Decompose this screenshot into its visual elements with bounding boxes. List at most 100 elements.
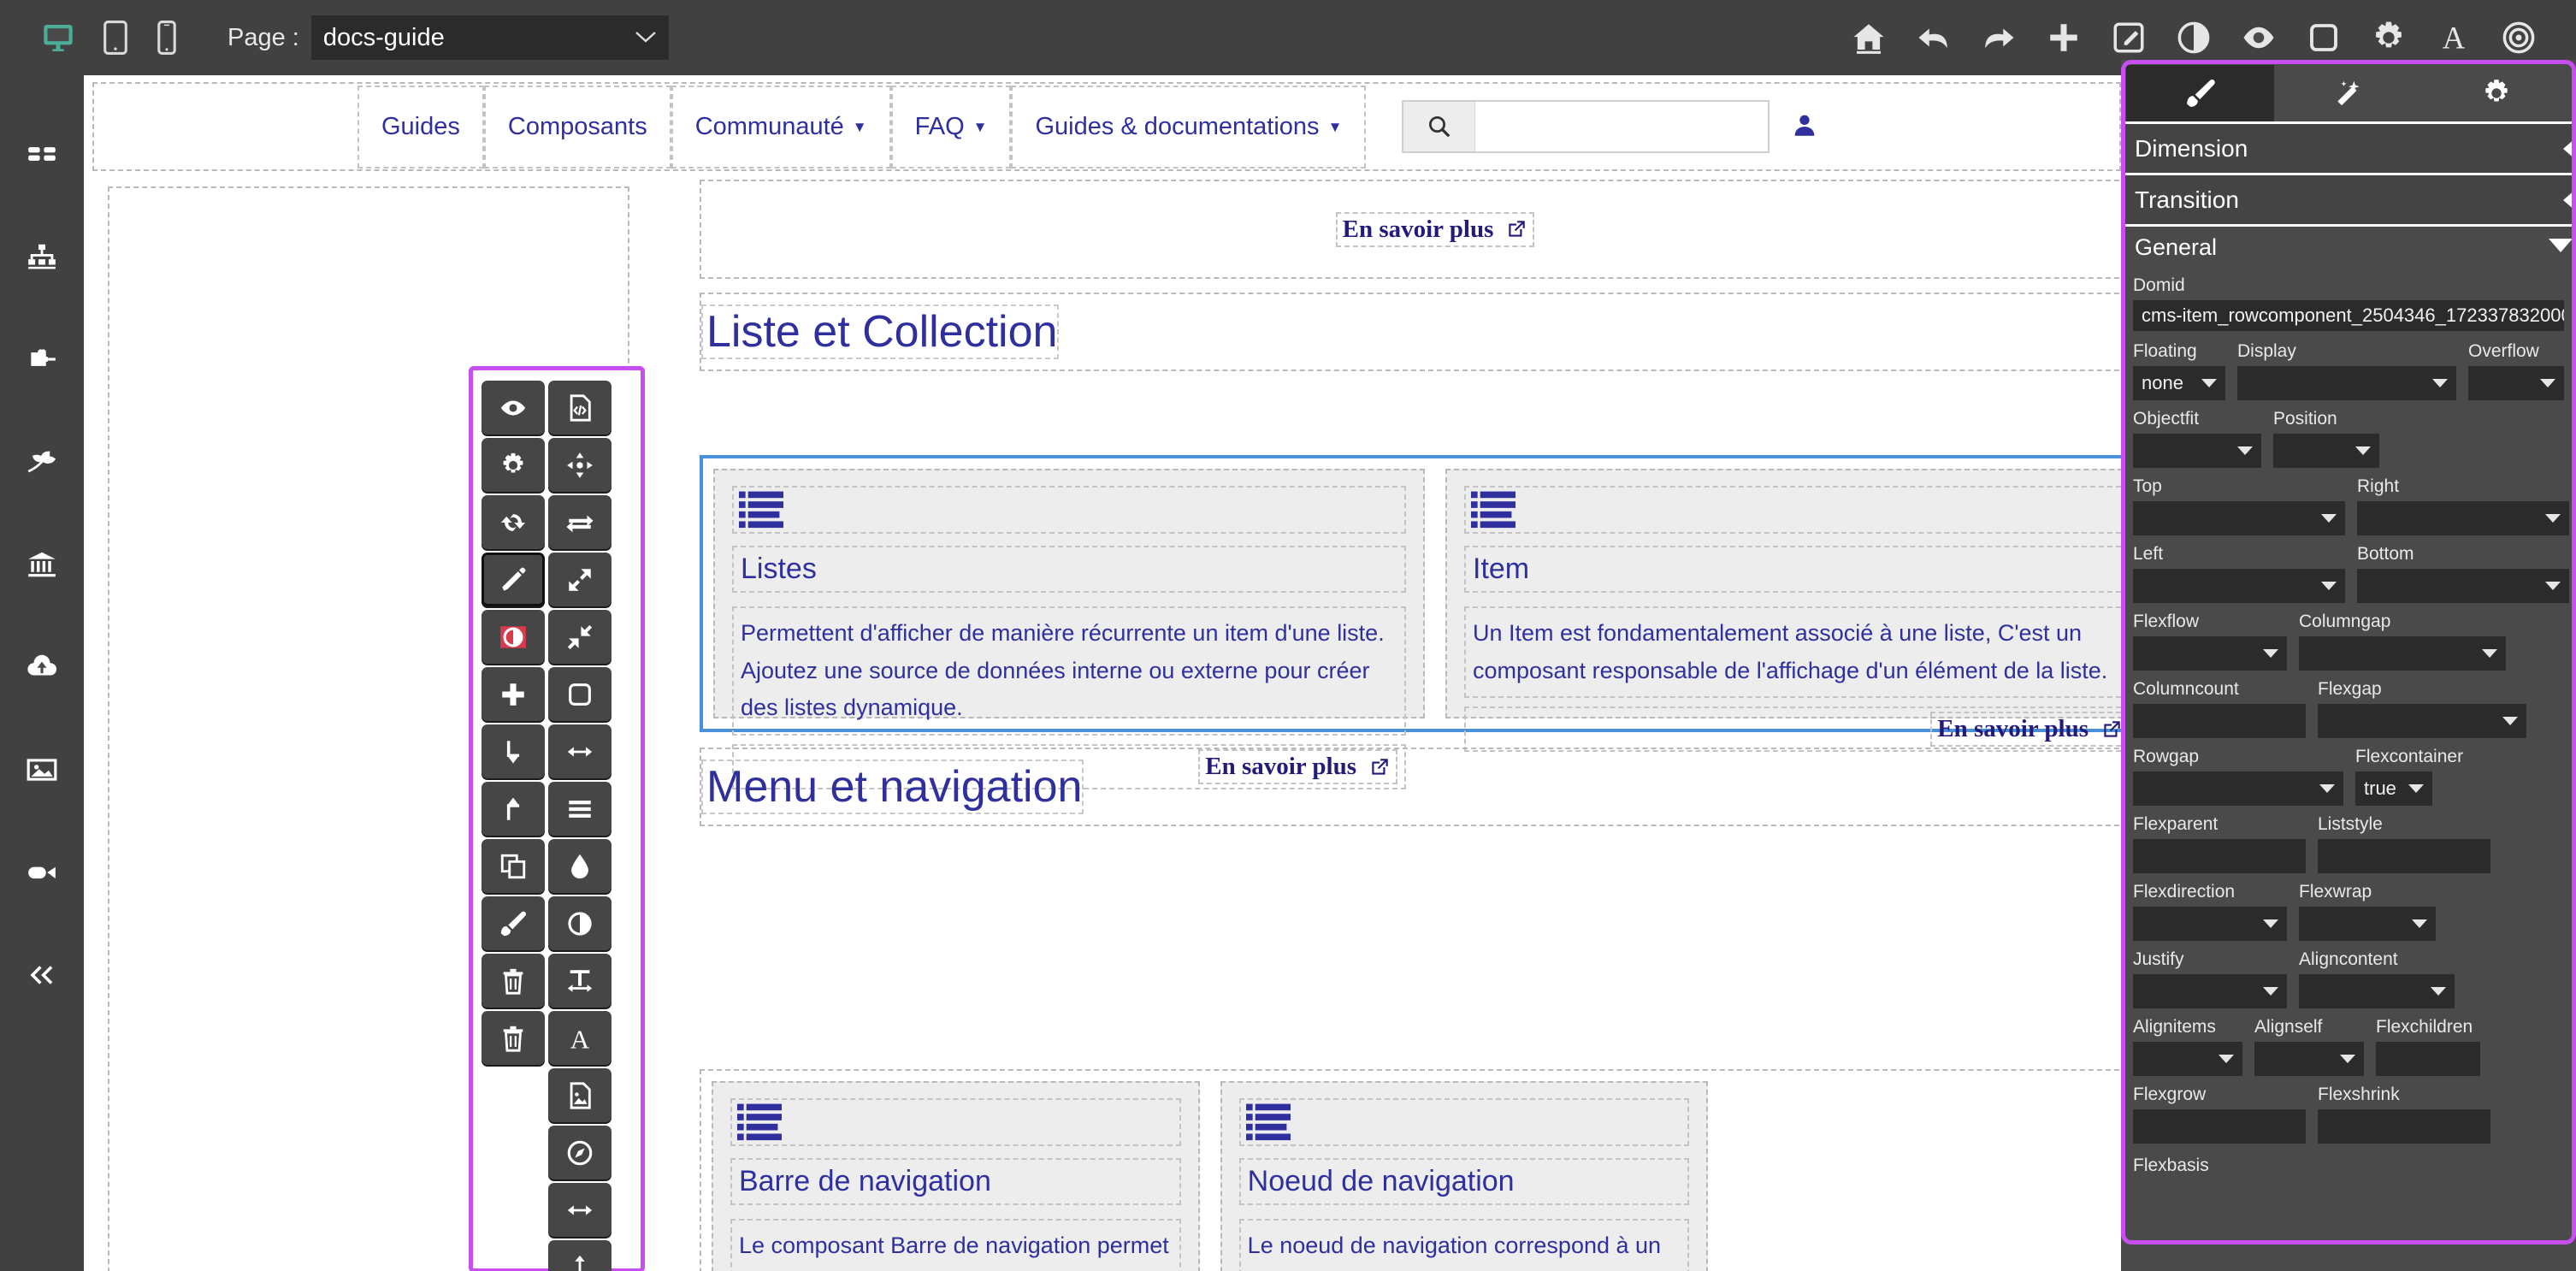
nav-item-faq[interactable]: FAQ ▼ — [890, 85, 1012, 168]
accordion-general[interactable]: General — [2121, 224, 2576, 269]
water-drop-icon[interactable] — [548, 839, 612, 893]
accordion-transition[interactable]: Transition — [2121, 173, 2576, 224]
flexdirection-select[interactable] — [2133, 907, 2287, 941]
rectangle-icon[interactable] — [2304, 18, 2343, 57]
alignitems-select[interactable] — [2133, 1042, 2242, 1076]
align-lines-icon[interactable] — [548, 782, 612, 836]
flexwrap-select[interactable] — [2299, 907, 2436, 941]
redo-icon[interactable] — [1979, 18, 2018, 57]
design-canvas[interactable]: Guides Composants Communauté ▼ FAQ ▼ Gui… — [84, 75, 2121, 1271]
contrast-icon[interactable] — [2174, 18, 2213, 57]
add-plus-icon[interactable] — [482, 667, 545, 721]
edit-box-icon[interactable] — [2109, 18, 2148, 57]
columncount-input[interactable] — [2133, 704, 2306, 738]
sidebar-item-library[interactable] — [0, 513, 84, 616]
top-select[interactable] — [2133, 501, 2345, 535]
liststyle-input[interactable] — [2318, 839, 2490, 873]
user-icon[interactable] — [1790, 110, 1819, 144]
card-body-box[interactable]: Le noeud de navigation correspond à un i… — [1238, 1219, 1690, 1271]
site-search[interactable] — [1402, 100, 1770, 153]
nav-item-communaute[interactable]: Communauté ▼ — [671, 85, 891, 168]
tab-style[interactable] — [2126, 65, 2275, 121]
nav-item-composants[interactable]: Composants — [483, 85, 671, 168]
delete-trash-alt-icon[interactable] — [482, 1011, 545, 1065]
settings-gear-icon[interactable] — [2369, 18, 2408, 57]
card-body-box[interactable]: Le composant Barre de navigation permet … — [730, 1219, 1181, 1271]
card-title-box[interactable]: Item — [1464, 546, 2121, 593]
code-file-icon[interactable] — [548, 381, 612, 435]
font-letter-icon[interactable]: A — [548, 1011, 612, 1065]
flexcontainer-select[interactable]: true — [2355, 771, 2432, 806]
flexgrow-input[interactable] — [2133, 1109, 2306, 1144]
sidebar-item-plugins[interactable] — [0, 308, 84, 411]
hero-learn-more-link[interactable]: En savoir plus — [1335, 211, 1535, 247]
width-arrows-icon[interactable] — [548, 1183, 612, 1237]
card-learn-more-link[interactable]: En savoir plus — [1930, 712, 2121, 748]
sidebar-item-videos[interactable] — [0, 821, 84, 924]
search-input[interactable] — [1475, 103, 1769, 150]
collapse-diagonal-icon[interactable] — [548, 610, 612, 664]
refresh-icon[interactable] — [482, 495, 545, 549]
overflow-select[interactable] — [2468, 366, 2564, 400]
text-width-icon[interactable] — [548, 954, 612, 1008]
component-float-toolbar[interactable]: A — [469, 366, 645, 1271]
floating-select[interactable]: none — [2133, 366, 2225, 400]
sidebar-item-dashboard[interactable] — [0, 103, 84, 205]
nav-item-guides-documentations[interactable]: Guides & documentations ▼ — [1011, 85, 1367, 168]
move-up-right-icon[interactable] — [482, 782, 545, 836]
horizontal-arrows-icon[interactable] — [548, 724, 612, 778]
sidebar-item-sitemap[interactable] — [0, 205, 84, 308]
card-listes[interactable]: Listes Permettent d'afficher de manière … — [713, 469, 1425, 790]
edit-pencil-icon[interactable] — [482, 553, 545, 606]
nav-cards-row[interactable]: Barre de navigation Le composant Barre d… — [700, 1069, 2121, 1271]
card-footer[interactable]: En savoir plus — [1464, 706, 2121, 753]
home-icon[interactable] — [1849, 18, 1888, 57]
flexchildren-input[interactable] — [2376, 1042, 2480, 1076]
accordion-dimension[interactable]: Dimension — [2121, 121, 2576, 173]
sidebar-item-collapse[interactable] — [0, 924, 84, 1026]
rowgap-select[interactable] — [2133, 771, 2343, 806]
flexparent-input[interactable] — [2133, 839, 2306, 873]
contrast-alert-icon[interactable] — [482, 610, 545, 664]
mobile-view-icon[interactable] — [156, 21, 178, 55]
sidebar-item-upload[interactable] — [0, 616, 84, 718]
page-select[interactable]: docs-guide — [310, 15, 669, 60]
settings-gear-icon[interactable] — [482, 438, 545, 492]
move-down-right-icon[interactable] — [482, 724, 545, 778]
tab-effects[interactable] — [2274, 65, 2423, 121]
hero-row[interactable]: En savoir plus — [700, 180, 2121, 279]
paint-brush-icon[interactable] — [482, 896, 545, 950]
card-title-box[interactable]: Noeud de navigation — [1238, 1158, 1690, 1205]
preview-eye-icon[interactable] — [2239, 18, 2278, 57]
right-select[interactable] — [2357, 501, 2569, 535]
flexshrink-input[interactable] — [2318, 1109, 2490, 1144]
tablet-view-icon[interactable] — [101, 21, 130, 55]
section-heading-liste[interactable]: Liste et Collection — [700, 293, 2121, 371]
card-item[interactable]: Item Un Item est fondamentalement associ… — [1445, 469, 2121, 753]
target-icon[interactable] — [2499, 18, 2538, 57]
card-noeud-de-navigation[interactable]: Noeud de navigation Le noeud de navigati… — [1220, 1081, 1709, 1271]
tab-settings[interactable] — [2422, 65, 2571, 121]
sidebar-item-images[interactable] — [0, 718, 84, 821]
search-icon[interactable] — [1403, 102, 1476, 151]
opacity-half-icon[interactable] — [548, 896, 612, 950]
position-select[interactable] — [2273, 434, 2379, 468]
section-heading-menu[interactable]: Menu et navigation — [700, 748, 2121, 826]
card-barre-de-navigation[interactable]: Barre de navigation Le composant Barre d… — [712, 1081, 1200, 1271]
card-title-box[interactable]: Listes — [732, 546, 1406, 593]
alignself-select[interactable] — [2254, 1042, 2364, 1076]
expand-diagonal-icon[interactable] — [548, 553, 612, 606]
rounded-square-icon[interactable] — [548, 667, 612, 721]
flexflow-select[interactable] — [2133, 636, 2287, 671]
undo-icon[interactable] — [1914, 18, 1953, 57]
duplicate-icon[interactable] — [482, 839, 545, 893]
justify-select[interactable] — [2133, 974, 2287, 1008]
image-file-icon[interactable] — [548, 1068, 612, 1122]
add-icon[interactable] — [2044, 18, 2083, 57]
move-arrows-icon[interactable] — [548, 438, 612, 492]
swap-arrows-icon[interactable] — [548, 495, 612, 549]
desktop-view-icon[interactable] — [41, 21, 75, 55]
sidebar-item-nature[interactable] — [0, 411, 84, 513]
domid-input[interactable]: cms-item_rowcomponent_2504346_1723378320… — [2133, 300, 2564, 331]
compass-icon[interactable] — [548, 1126, 612, 1179]
